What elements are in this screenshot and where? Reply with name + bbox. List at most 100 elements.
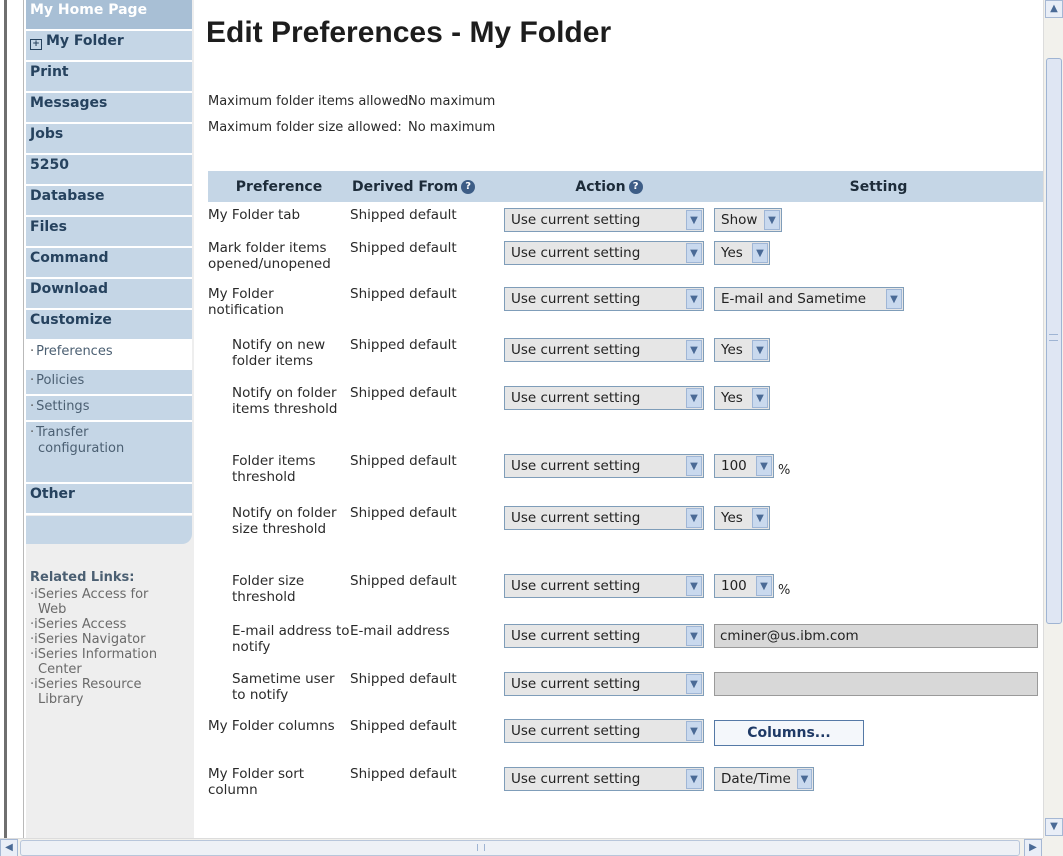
related-link-iseries-resource-library[interactable]: ·iSeries Resource Library — [30, 677, 192, 707]
derived-from: Shipped default — [350, 207, 457, 223]
scroll-left-arrow-icon[interactable]: ◀ — [0, 839, 18, 856]
setting-select[interactable]: Yes ▼ — [714, 338, 770, 362]
action-select[interactable]: Use current setting ▼ — [504, 672, 704, 696]
sametime-user-field[interactable] — [714, 672, 1038, 696]
nav-item-5250[interactable]: 5250 — [26, 155, 192, 186]
pref-name: My Folder tab — [208, 207, 301, 223]
derived-from: Shipped default — [350, 337, 457, 353]
action-select[interactable]: Use current setting ▼ — [504, 574, 704, 598]
action-select[interactable]: Use current setting ▼ — [504, 719, 704, 743]
vertical-scrollbar[interactable]: ▲ ▼ — [1043, 0, 1063, 838]
derived-from: Shipped default — [350, 766, 457, 782]
action-select[interactable]: Use current setting ▼ — [504, 287, 704, 311]
nav-item-database[interactable]: Database — [26, 186, 192, 217]
table-header-row: Preference Derived From? Action? Setting — [208, 171, 1043, 202]
setting-select[interactable]: 100 ▼ — [714, 574, 774, 598]
related-link-iseries-navigator[interactable]: ·iSeries Navigator — [30, 632, 192, 647]
chevron-down-icon: ▼ — [886, 289, 902, 309]
setting-select[interactable]: E-mail and Sametime ▼ — [714, 287, 904, 311]
related-link-iseries-info-center[interactable]: ·iSeries Information Center — [30, 647, 192, 677]
chevron-down-icon: ▼ — [686, 721, 702, 741]
scroll-up-arrow-icon[interactable]: ▲ — [1045, 0, 1063, 18]
setting-select[interactable]: Show ▼ — [714, 208, 782, 232]
main-content: Edit Preferences - My Folder Maximum fol… — [196, 0, 1043, 838]
pref-name: Folder items threshold — [232, 453, 316, 485]
setting-select[interactable]: 100 ▼ — [714, 454, 774, 478]
nav-my-folder[interactable]: + My Folder — [26, 31, 192, 62]
col-header-action: Action? — [504, 171, 714, 202]
nav-footer — [26, 516, 192, 544]
action-select[interactable]: Use current setting ▼ — [504, 386, 704, 410]
nav-sub-preferences[interactable]: · Preferences — [26, 341, 192, 370]
page-title: Edit Preferences - My Folder — [206, 16, 612, 49]
col-header-setting: Setting — [714, 171, 1043, 202]
nav-item-other[interactable]: Other — [26, 484, 192, 515]
chevron-down-icon: ▼ — [752, 243, 768, 263]
setting-select[interactable]: Yes ▼ — [714, 241, 770, 265]
scroll-down-arrow-icon[interactable]: ▼ — [1045, 818, 1063, 836]
action-select[interactable]: Use current setting ▼ — [504, 506, 704, 530]
nav-my-home-page[interactable]: My Home Page — [26, 0, 192, 31]
table-row: Folder items threshold Shipped default U… — [208, 448, 1043, 500]
horizontal-scrollbar[interactable]: ◀ ▶ — [0, 838, 1043, 856]
question-circle-icon[interactable]: ? — [461, 179, 476, 194]
derived-from: Shipped default — [350, 718, 457, 734]
nav-sub-policies[interactable]: · Policies — [26, 370, 192, 396]
nav-item-customize[interactable]: Customize — [26, 310, 192, 341]
sidebar-nav: My Home Page + My Folder Print Messages J… — [26, 0, 194, 838]
action-select[interactable]: Use current setting ▼ — [504, 624, 704, 648]
chevron-down-icon: ▼ — [764, 210, 780, 230]
table-row: Notify on folder items threshold Shipped… — [208, 380, 1043, 448]
col-header-preference: Preference — [208, 171, 350, 202]
nav-item-print[interactable]: Print — [26, 62, 192, 93]
chevron-down-icon: ▼ — [686, 508, 702, 528]
derived-from: Shipped default — [350, 573, 457, 589]
setting-select[interactable]: Yes ▼ — [714, 506, 770, 530]
nav-item-download[interactable]: Download — [26, 279, 192, 310]
nav-sub-label: Settings — [36, 399, 90, 414]
table-row: Mark folder items opened/unopened Shippe… — [208, 235, 1043, 281]
horizontal-scroll-thumb[interactable] — [20, 840, 1020, 856]
nav-item-messages[interactable]: Messages — [26, 93, 192, 124]
nav-sub-transfer-configuration[interactable]: · Transfer configuration — [26, 422, 192, 484]
pref-name: Notify on folder items threshold — [232, 385, 338, 417]
table-row: Notify on new folder items Shipped defau… — [208, 332, 1043, 380]
nav-sub-label-line2: configuration — [38, 441, 125, 456]
pref-name: My Folder notification — [208, 286, 284, 318]
related-link-iseries-access[interactable]: ·iSeries Access — [30, 617, 192, 632]
nav-item-jobs[interactable]: Jobs — [26, 124, 192, 155]
related-link-iseries-access-web[interactable]: ·iSeries Access for Web — [30, 587, 192, 617]
scroll-grip-icon — [477, 844, 485, 851]
table-row: My Folder notification Shipped default U… — [208, 281, 1043, 332]
email-field[interactable]: cminer@us.ibm.com — [714, 624, 1038, 648]
nav-item-command[interactable]: Command — [26, 248, 192, 279]
table-row: E-mail address to notify E-mail address … — [208, 618, 1043, 666]
related-links-title: Related Links: — [30, 570, 135, 585]
chevron-down-icon: ▼ — [752, 340, 768, 360]
setting-select[interactable]: Date/Time ▼ — [714, 767, 814, 791]
chevron-down-icon: ▼ — [686, 289, 702, 309]
chevron-down-icon: ▼ — [756, 456, 772, 476]
action-select[interactable]: Use current setting ▼ — [504, 454, 704, 478]
setting-select[interactable]: Yes ▼ — [714, 386, 770, 410]
chevron-down-icon: ▼ — [686, 388, 702, 408]
pref-name: Notify on folder size threshold — [232, 505, 337, 537]
action-select[interactable]: Use current setting ▼ — [504, 208, 704, 232]
derived-from: Shipped default — [350, 505, 457, 521]
columns-button[interactable]: Columns... — [714, 720, 864, 746]
nav-item-files[interactable]: Files — [26, 217, 192, 248]
vertical-scroll-thumb[interactable] — [1046, 58, 1062, 624]
max-items-label: Maximum folder items allowed: — [208, 94, 413, 109]
table-row: My Folder tab Shipped default Use curren… — [208, 202, 1043, 235]
derived-from: Shipped default — [350, 671, 457, 687]
pref-name: My Folder sort column — [208, 766, 305, 798]
col-header-derived-from: Derived From? — [350, 171, 504, 202]
nav-sub-settings[interactable]: · Settings — [26, 396, 192, 422]
max-size-label: Maximum folder size allowed: — [208, 120, 402, 135]
action-select[interactable]: Use current setting ▼ — [504, 338, 704, 362]
action-select[interactable]: Use current setting ▼ — [504, 241, 704, 265]
question-circle-icon[interactable]: ? — [628, 179, 643, 194]
scroll-right-arrow-icon[interactable]: ▶ — [1024, 839, 1042, 856]
action-select[interactable]: Use current setting ▼ — [504, 767, 704, 791]
max-size-info: Maximum folder size allowed: No maximum — [208, 120, 495, 135]
